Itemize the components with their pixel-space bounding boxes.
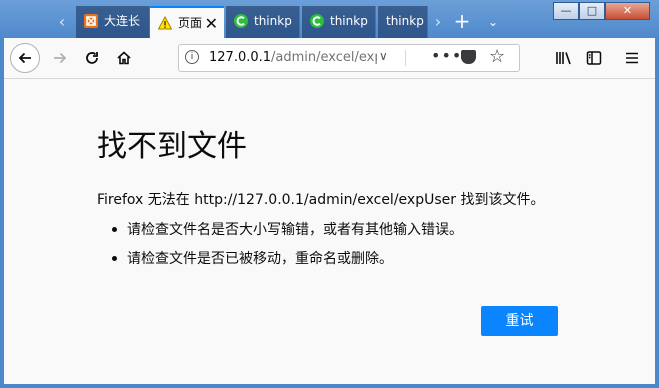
tab-2-label: 页面 bbox=[178, 16, 203, 30]
home-icon bbox=[117, 51, 131, 65]
orange-app-icon bbox=[84, 14, 98, 28]
forward-arrow-icon bbox=[54, 52, 67, 64]
error-message: Firefox 无法在 http://127.0.0.1/admin/excel… bbox=[97, 192, 545, 208]
forward-button[interactable] bbox=[46, 44, 74, 72]
site-info-icon[interactable]: i bbox=[185, 50, 199, 64]
back-arrow-icon bbox=[18, 52, 31, 64]
tab-1-label: 大连长 bbox=[104, 14, 141, 28]
library-icon bbox=[556, 52, 571, 65]
url-host: 127.0.0.1 bbox=[209, 50, 272, 65]
suggestion-list: 请检查文件名是否大小写输错，或者有其他输入错误。 请检查文件是否已被移动，重命名… bbox=[97, 219, 463, 277]
tab-5[interactable]: thinkp bbox=[378, 6, 428, 38]
tab-strip: ‹ 大连长 页面 ✕ thinkp thinkp thinkp › + ⌄ — … bbox=[0, 0, 659, 38]
tab-3[interactable]: thinkp bbox=[226, 6, 300, 38]
close-window-button[interactable]: ✕ bbox=[605, 2, 650, 20]
green-c-icon bbox=[234, 14, 248, 28]
tab-4[interactable]: thinkp bbox=[302, 6, 376, 38]
suggestion-item: 请检查文件是否已被移动，重命名或删除。 bbox=[97, 248, 463, 277]
address-bar-divider bbox=[405, 50, 406, 66]
reload-button[interactable] bbox=[78, 44, 106, 72]
library-button[interactable] bbox=[550, 44, 578, 72]
url-dropdown-chevron-down-icon[interactable]: ∨ bbox=[379, 49, 388, 63]
tab-scroll-right-icon[interactable]: › bbox=[426, 6, 450, 38]
sidebar-button[interactable] bbox=[580, 44, 608, 72]
navigation-toolbar: i 127.0.0.1/admin/excel/expUs ∨ ••• ☆ bbox=[4, 38, 655, 79]
back-button[interactable] bbox=[10, 43, 40, 73]
tab-5-label: thinkp bbox=[386, 14, 424, 28]
url-text[interactable]: 127.0.0.1/admin/excel/expUs bbox=[209, 49, 377, 67]
suggestion-item: 请检查文件名是否大小写输错，或者有其他输入错误。 bbox=[97, 219, 463, 248]
menu-hamburger-icon[interactable] bbox=[618, 44, 646, 72]
reload-icon bbox=[86, 52, 98, 64]
new-tab-icon[interactable]: + bbox=[452, 6, 472, 38]
warning-icon bbox=[158, 16, 172, 30]
home-button[interactable] bbox=[110, 44, 138, 72]
error-page: 找不到文件 Firefox 无法在 http://127.0.0.1/admin… bbox=[4, 79, 655, 384]
minimize-button[interactable]: — bbox=[553, 2, 579, 20]
address-bar[interactable]: i 127.0.0.1/admin/excel/expUs ∨ ••• ☆ bbox=[178, 44, 520, 72]
tab-4-label: thinkp bbox=[330, 14, 368, 28]
sidebar-icon bbox=[586, 51, 602, 65]
green-c-icon bbox=[310, 14, 324, 28]
tab-list-chevron-down-icon[interactable]: ⌄ bbox=[484, 6, 502, 38]
bookmark-star-icon[interactable]: ☆ bbox=[489, 46, 505, 67]
tab-1[interactable]: 大连长 bbox=[76, 6, 150, 38]
maximize-button[interactable]: □ bbox=[579, 2, 605, 20]
page-actions-more-icon[interactable]: ••• bbox=[431, 46, 462, 65]
tab-2-active[interactable]: 页面 ✕ bbox=[150, 6, 224, 38]
page-title: 找不到文件 bbox=[97, 129, 247, 164]
close-tab-icon[interactable]: ✕ bbox=[205, 8, 218, 38]
pocket-icon[interactable] bbox=[461, 50, 476, 64]
tab-3-label: thinkp bbox=[254, 14, 292, 28]
url-path: /admin/excel/expUs bbox=[271, 50, 377, 65]
retry-button[interactable]: 重试 bbox=[481, 306, 558, 336]
browser-window: ‹ 大连长 页面 ✕ thinkp thinkp thinkp › + ⌄ — … bbox=[0, 0, 659, 388]
hamburger-icon bbox=[626, 52, 638, 64]
tab-scroll-left-icon[interactable]: ‹ bbox=[50, 6, 74, 38]
